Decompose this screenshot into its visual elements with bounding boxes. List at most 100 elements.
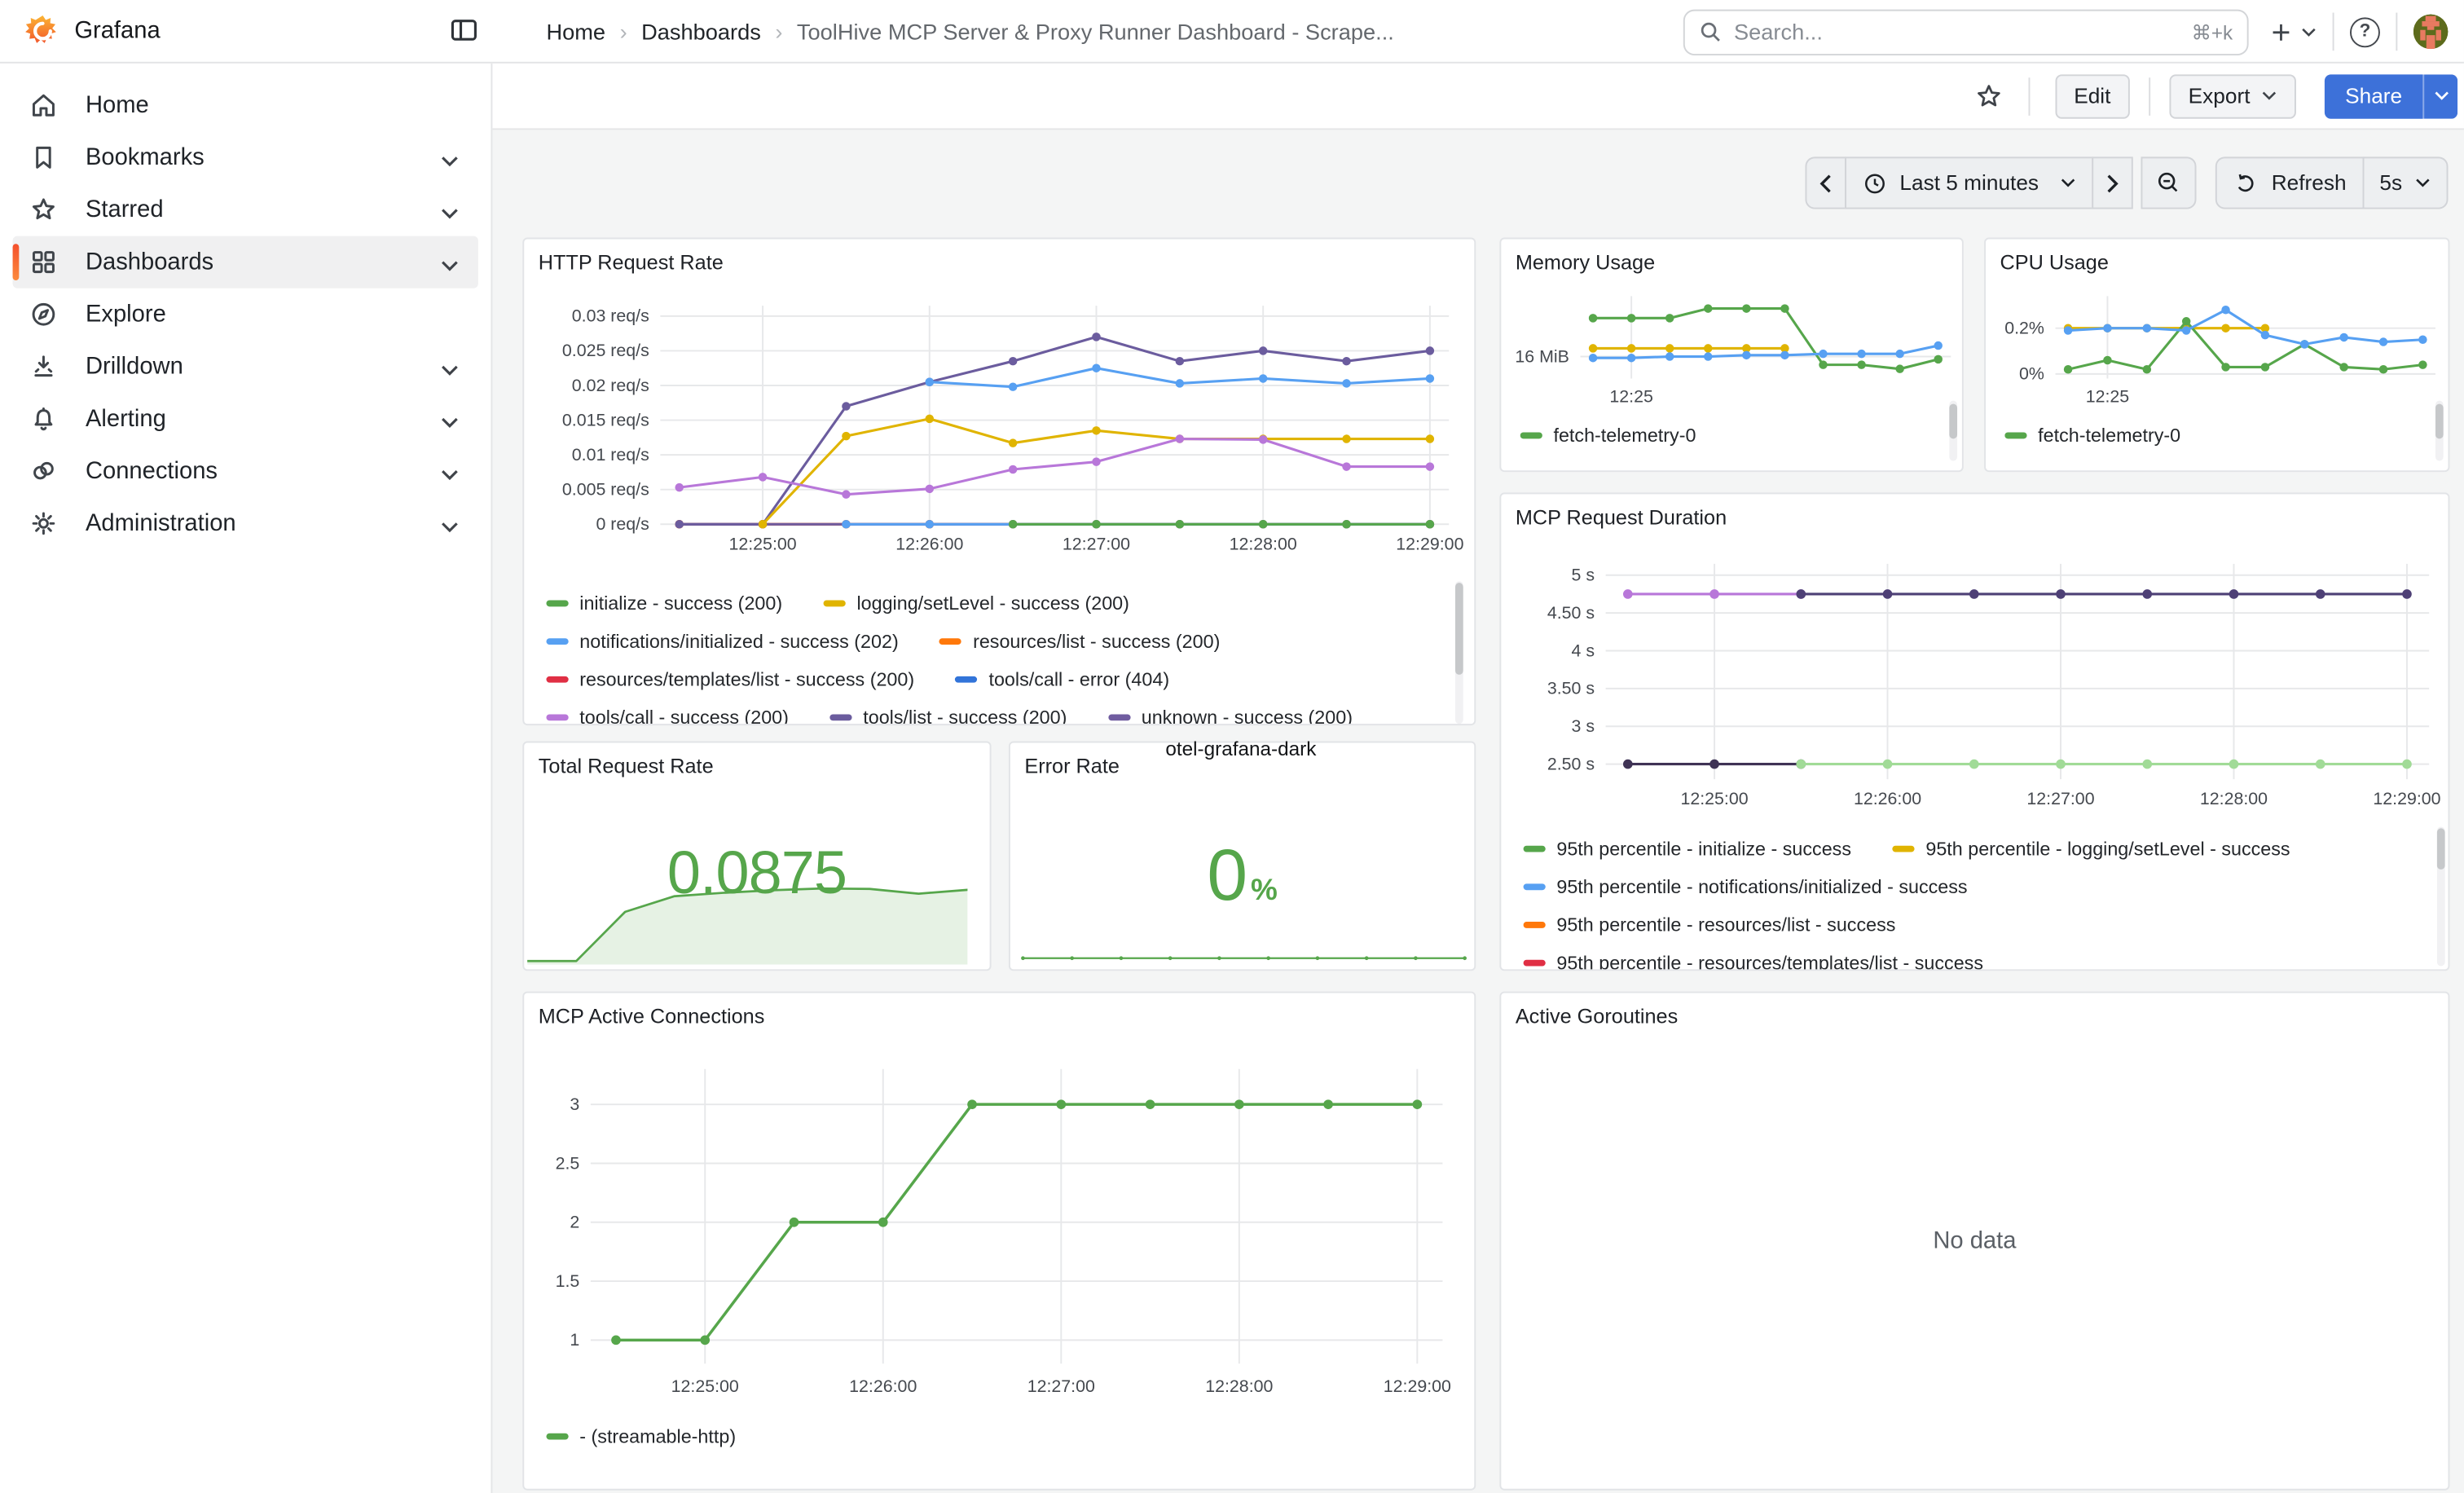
legend-item[interactable]: - (streamable-http) — [546, 1425, 736, 1447]
legend-scrollbar[interactable] — [2435, 404, 2444, 439]
refresh-interval-dropdown[interactable]: 5s — [2362, 156, 2448, 209]
chevron-down-icon[interactable] — [440, 252, 459, 280]
legend-item[interactable]: resources/templates/list - success (200) — [546, 668, 914, 690]
share-button[interactable]: Share — [2325, 73, 2423, 117]
export-button[interactable]: Export — [2169, 73, 2296, 117]
legend-label: logging/setLevel - success (200) — [856, 592, 1129, 614]
legend-item[interactable]: initialize - success (200) — [546, 592, 782, 614]
svg-text:12:25:00: 12:25:00 — [728, 534, 796, 553]
svg-text:0.025 req/s: 0.025 req/s — [562, 341, 649, 360]
dashboard-toolbar: Edit Export Share — [492, 64, 2464, 130]
svg-text:4 s: 4 s — [1572, 641, 1595, 660]
time-back-button[interactable] — [1805, 156, 1846, 209]
legend-item[interactable]: fetch-telemetry-0 — [2004, 425, 2180, 447]
sidebar-item-administration[interactable]: Administration — [13, 497, 478, 549]
drilldown-icon — [27, 350, 59, 382]
legend-item[interactable]: resources/list - success (200) — [939, 630, 1220, 652]
sidebar-item-explore[interactable]: Explore — [13, 288, 478, 341]
legend-label: fetch-telemetry-0 — [2038, 425, 2180, 447]
svg-text:12:29:00: 12:29:00 — [1384, 1376, 1451, 1396]
sidebar-item-bookmarks[interactable]: Bookmarks — [13, 131, 478, 183]
legend-item[interactable]: 95th percentile - resources/templates/li… — [1524, 952, 1983, 971]
sidebar-item-home[interactable]: Home — [13, 79, 478, 131]
legend-scrollbar[interactable] — [1949, 404, 1957, 439]
mcp-active-connections-chart[interactable]: 11.522.5312:25:0012:26:0012:27:0012:28:0… — [534, 1047, 1476, 1415]
chevron-down-icon — [2061, 178, 2076, 189]
chevron-down-icon[interactable] — [440, 200, 459, 228]
legend-label: tools/list - success (200) — [863, 707, 1067, 725]
legend-chip — [1524, 960, 1546, 967]
panel-cpu-usage: CPU Usage 0.2%0%12:25 fetch-telemetry-0 — [1984, 238, 2449, 473]
legend-item[interactable]: 95th percentile - logging/setLevel - suc… — [1893, 838, 2290, 860]
mcp-request-duration-chart[interactable]: 5 s4.50 s4 s3.50 s3 s2.50 s12:25:0012:26… — [1511, 545, 2442, 824]
svg-text:12:25:00: 12:25:00 — [1680, 789, 1748, 808]
error-rate-sparkline[interactable] — [1020, 950, 1468, 963]
legend-row: initialize - success (200) logging/setLev… — [546, 584, 1442, 623]
zoom-out-button[interactable] — [2141, 156, 2197, 209]
sidebar-item-alerting[interactable]: Alerting — [13, 393, 478, 445]
legend-item[interactable]: 95th percentile - resources/list - succe… — [1524, 914, 1896, 936]
edit-button[interactable]: Edit — [2055, 73, 2130, 117]
svg-text:0.015 req/s: 0.015 req/s — [562, 410, 649, 429]
chevron-down-icon[interactable] — [440, 513, 459, 542]
chart-legend: - (streamable-http) — [546, 1417, 1442, 1461]
home-icon — [27, 90, 59, 121]
sidebar-item-drilldown[interactable]: Drilldown — [13, 341, 478, 393]
panel-title: MCP Active Connections — [539, 1004, 765, 1028]
help-button[interactable]: ? — [2350, 8, 2380, 55]
breadcrumb-separator: › — [620, 19, 627, 44]
legend-item[interactable]: tools/call - success (200) — [546, 707, 788, 725]
add-new-button[interactable] — [2268, 8, 2317, 55]
sidebar-item-label: Explore — [86, 301, 166, 328]
legend-row: 95th percentile - notifications/initiali… — [1524, 868, 2420, 906]
memory-usage-chart[interactable]: 16 MiB12:25 — [1507, 287, 1959, 411]
svg-text:12:29:00: 12:29:00 — [1396, 534, 1463, 553]
user-avatar[interactable] — [2413, 14, 2449, 49]
svg-text:12:29:00: 12:29:00 — [2373, 789, 2440, 808]
refresh-interval-label: 5s — [2379, 171, 2402, 195]
chevron-down-icon[interactable] — [440, 148, 459, 176]
sidebar-item-dashboards[interactable]: Dashboards — [13, 236, 478, 288]
sidebar-item-label: Administration — [86, 510, 236, 537]
star-dashboard-button[interactable] — [1974, 72, 2003, 119]
legend-item[interactable]: logging/setLevel - success (200) — [824, 592, 1129, 614]
legend-label: initialize - success (200) — [579, 592, 782, 614]
svg-text:0 req/s: 0 req/s — [596, 514, 649, 534]
gear-icon — [27, 508, 59, 540]
legend-label: 95th percentile - resources/list - succe… — [1556, 914, 1895, 936]
breadcrumb-home[interactable]: Home — [546, 19, 605, 44]
legend-item[interactable]: unknown - success (200) — [1108, 707, 1353, 725]
http-request-rate-chart[interactable]: 0 req/s0.005 req/s0.01 req/s0.015 req/s0… — [534, 290, 1476, 584]
legend-item[interactable]: fetch-telemetry-0 — [1520, 425, 1696, 447]
chevron-down-icon[interactable] — [440, 461, 459, 490]
chevron-down-icon[interactable] — [440, 356, 459, 385]
legend-scrollbar[interactable] — [2437, 828, 2445, 870]
search-input-wrapper[interactable]: ⌘+k — [1683, 9, 2249, 55]
legend-item[interactable]: tools/list - success (200) — [829, 707, 1067, 725]
search-input[interactable] — [1734, 19, 2180, 44]
legend-item[interactable]: 95th percentile - initialize - success — [1524, 838, 1851, 860]
time-forward-button[interactable] — [2092, 156, 2134, 209]
refresh-button[interactable]: Refresh — [2216, 156, 2364, 209]
sidebar-toggle-icon[interactable] — [445, 14, 483, 49]
search-shortcut-badge: ⌘+k — [2192, 20, 2233, 43]
top-nav: Grafana Home › Dashboards › ToolHive MCP… — [0, 0, 2464, 64]
legend-item[interactable]: tools/call - error (404) — [956, 668, 1169, 690]
clock-icon — [1862, 170, 1887, 196]
grafana-logo-icon[interactable] — [25, 14, 60, 49]
legend-item[interactable]: 95th percentile - notifications/initiali… — [1524, 876, 1968, 898]
legend-item[interactable]: notifications/initialized - success (202… — [546, 630, 898, 652]
breadcrumb-dashboards[interactable]: Dashboards — [641, 19, 761, 44]
time-range-picker[interactable]: Last 5 minutes — [1844, 156, 2094, 209]
svg-text:0.03 req/s: 0.03 req/s — [572, 306, 649, 326]
svg-text:3.50 s: 3.50 s — [1547, 679, 1595, 698]
chevron-down-icon[interactable] — [440, 408, 459, 437]
share-menu-button[interactable] — [2422, 73, 2457, 117]
legend-chip — [829, 714, 851, 720]
legend-scrollbar[interactable] — [1455, 583, 1463, 675]
cpu-usage-chart[interactable]: 0.2%0%12:25 — [1992, 287, 2445, 411]
sidebar-item-starred[interactable]: Starred — [13, 183, 478, 236]
chevron-down-icon — [2415, 178, 2431, 189]
sidebar-item-connections[interactable]: Connections — [13, 445, 478, 497]
svg-text:1.5: 1.5 — [556, 1271, 580, 1291]
